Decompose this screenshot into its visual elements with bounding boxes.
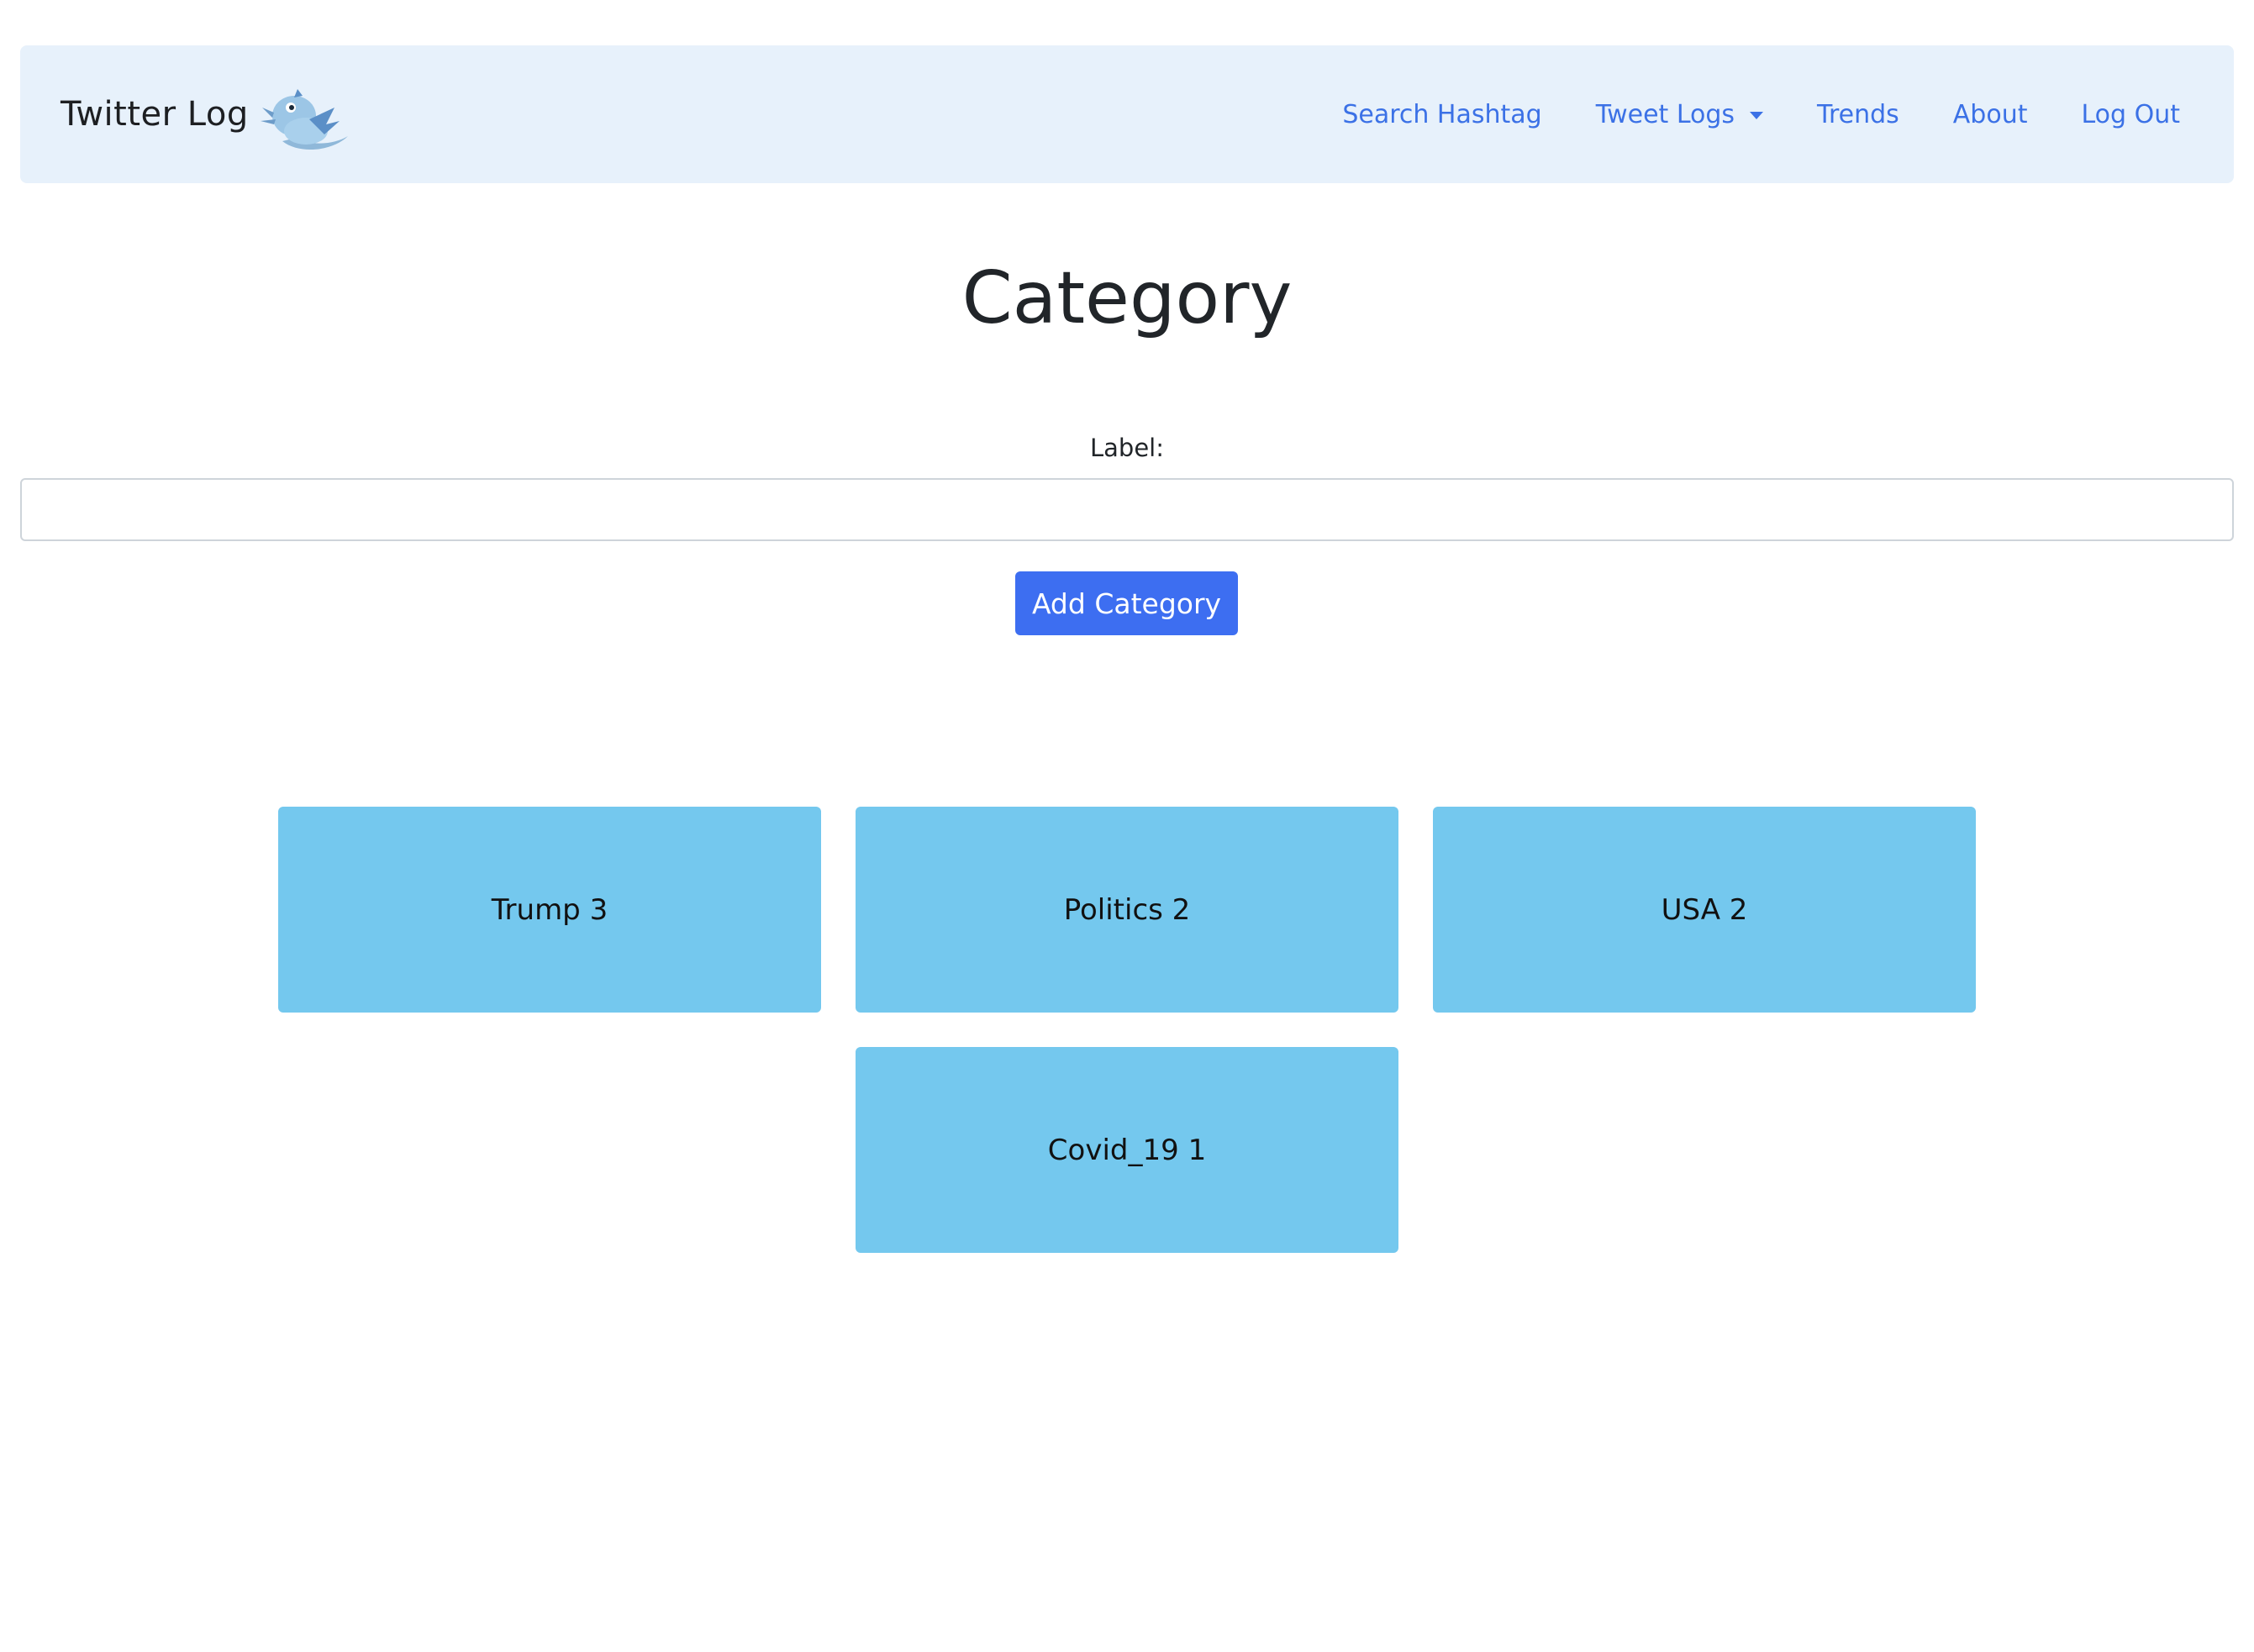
nav-log-out[interactable]: Log Out — [2081, 100, 2180, 129]
nav-tweet-logs-label: Tweet Logs — [1595, 99, 1735, 129]
nav-search-hashtag-label: Search Hashtag — [1342, 99, 1542, 129]
category-card-trump[interactable]: Trump 3 — [278, 807, 821, 1013]
label-input[interactable] — [20, 478, 2234, 541]
nav-log-out-label: Log Out — [2081, 99, 2180, 129]
category-card-count: 1 — [1188, 1133, 1207, 1167]
nav-trends[interactable]: Trends — [1817, 100, 1899, 129]
nav-about[interactable]: About — [1953, 100, 2028, 129]
category-card-label: Politics — [1063, 892, 1163, 927]
category-card-label: Covid_19 — [1047, 1133, 1179, 1167]
nav-trends-label: Trends — [1817, 99, 1899, 129]
brand-title[interactable]: Twitter Log — [61, 95, 249, 134]
nav-about-label: About — [1952, 99, 2028, 129]
category-card-politics[interactable]: Politics 2 — [856, 807, 1398, 1013]
label-field-label: Label: — [1089, 434, 1164, 462]
category-card-count: 2 — [1729, 892, 1748, 927]
add-category-button[interactable]: Add Category — [1015, 571, 1238, 635]
category-card-label: USA — [1661, 892, 1720, 927]
nav-search-hashtag[interactable]: Search Hashtag — [1342, 100, 1541, 129]
nav-tweet-logs-dropdown[interactable]: Tweet Logs — [1595, 99, 1764, 129]
navbar: Twitter Log Search Hashtag Tweet Logs Tr… — [20, 45, 2234, 183]
nav-links: Search Hashtag Tweet Logs Trends About L… — [1342, 45, 2180, 183]
page-title: Category — [961, 256, 1293, 340]
category-card-count: 2 — [1172, 892, 1191, 927]
brand[interactable]: Twitter Log — [61, 45, 351, 183]
category-card-label: Trump — [491, 892, 581, 927]
caret-down-icon — [1750, 111, 1764, 119]
category-card-usa[interactable]: USA 2 — [1433, 807, 1976, 1013]
category-card-count: 3 — [589, 892, 608, 927]
category-card-covid-19[interactable]: Covid_19 1 — [856, 1047, 1398, 1253]
bird-icon — [260, 89, 348, 150]
